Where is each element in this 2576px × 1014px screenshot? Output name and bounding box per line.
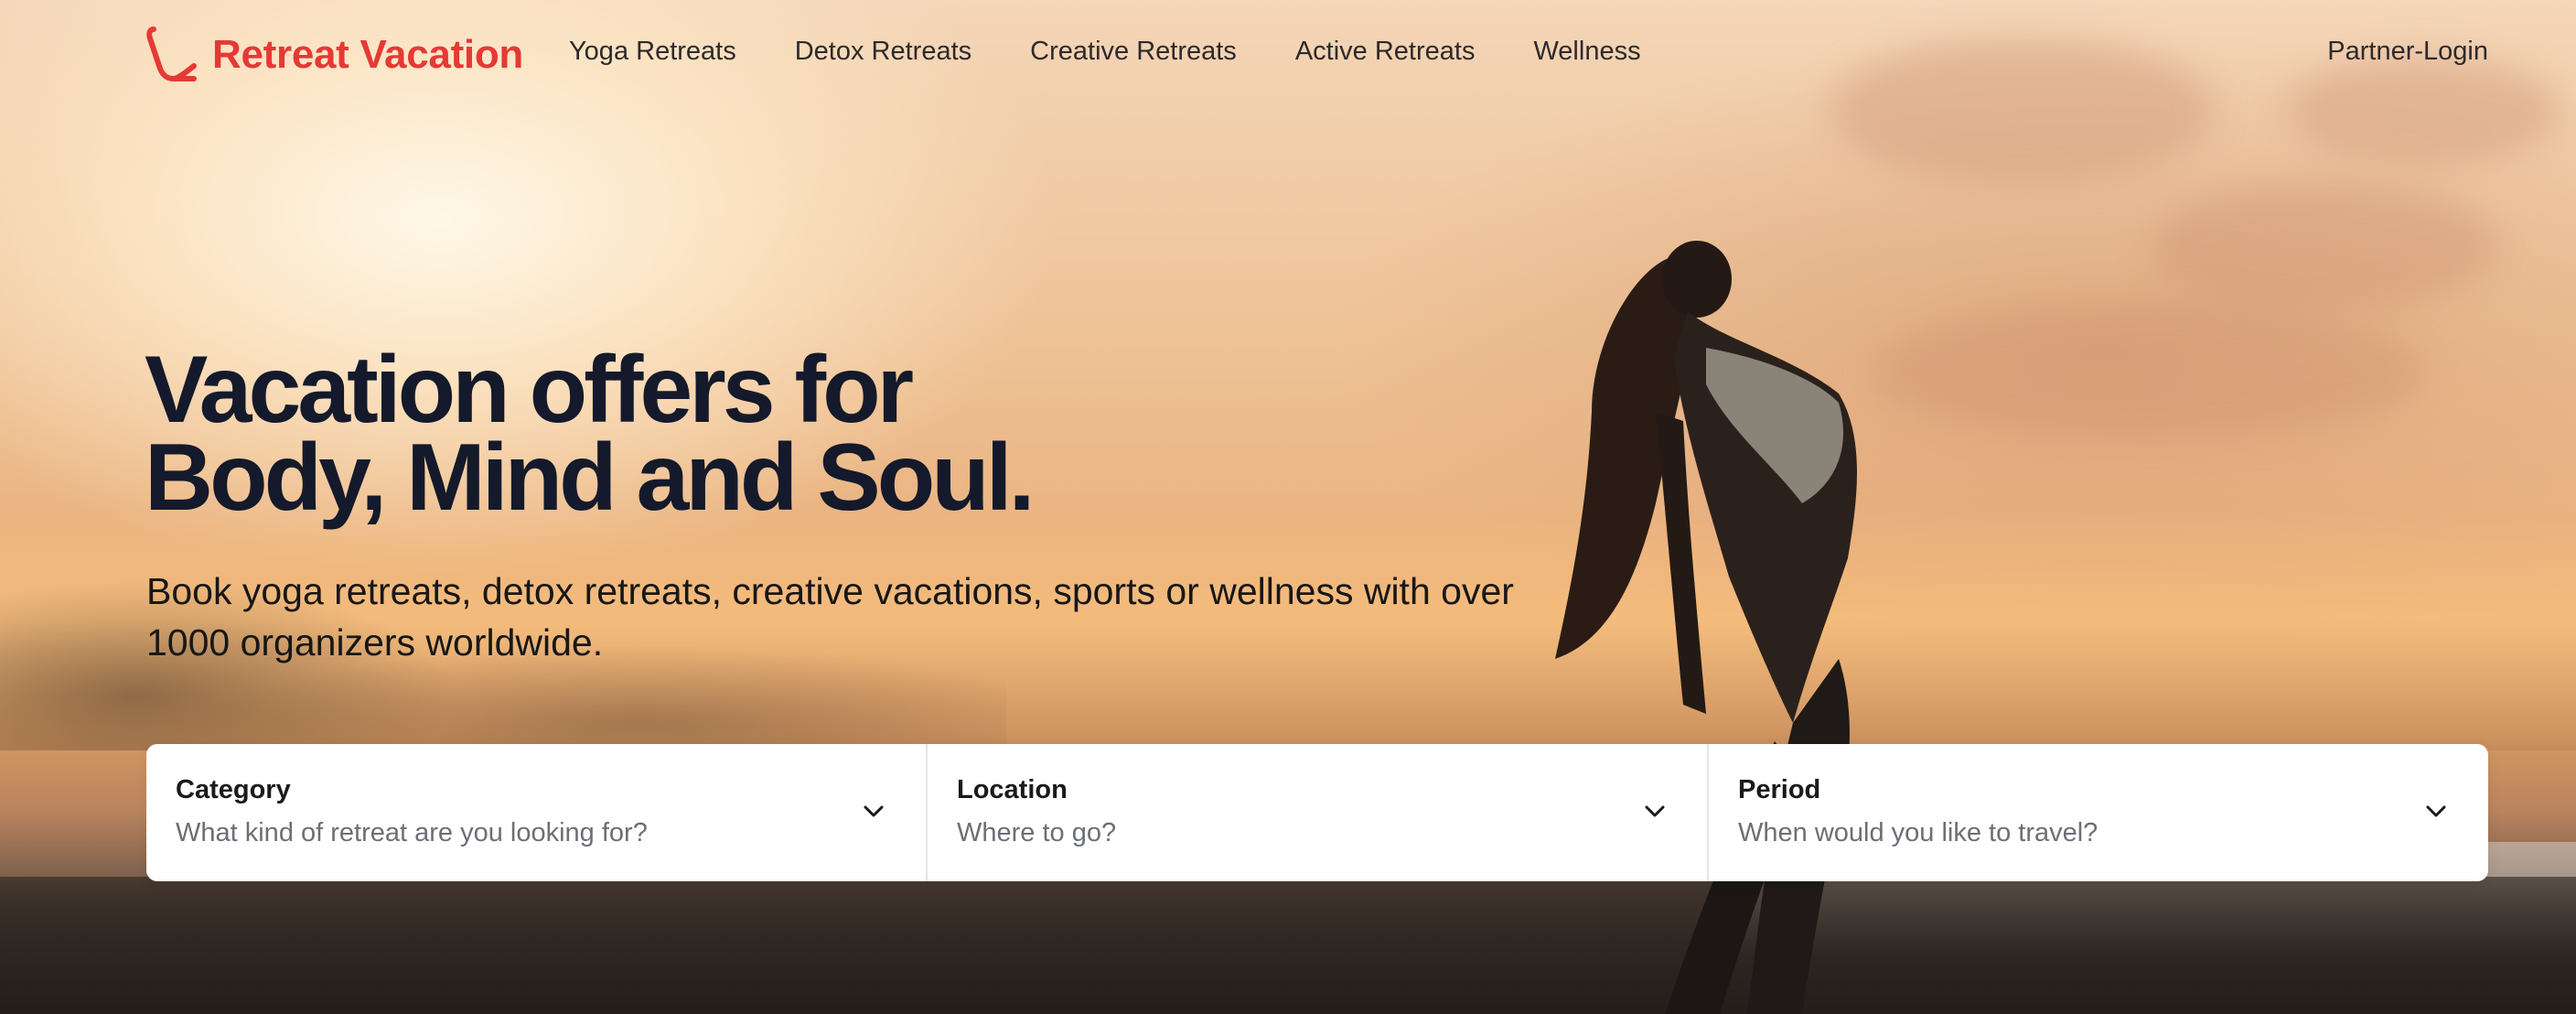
retreat-search-bar: Category What kind of retreat are you lo… xyxy=(146,744,2488,881)
chevron-down-icon xyxy=(864,805,884,817)
nav-creative-retreats[interactable]: Creative Retreats xyxy=(1030,37,1237,67)
hero-headline-line2: Body, Mind and Soul. xyxy=(145,425,1036,531)
nav-wellness[interactable]: Wellness xyxy=(1533,37,1640,67)
chevron-down-icon xyxy=(1645,805,1665,817)
main-nav: Yoga Retreats Detox Retreats Creative Re… xyxy=(569,37,1641,67)
nav-active-retreats[interactable]: Active Retreats xyxy=(1295,37,1476,67)
category-dropdown[interactable]: Category What kind of retreat are you lo… xyxy=(146,744,926,881)
location-placeholder: Where to go? xyxy=(957,818,1117,847)
location-label: Location xyxy=(957,775,1068,804)
brand-logo-icon xyxy=(146,27,197,81)
partner-login-link[interactable]: Partner-Login xyxy=(2327,37,2488,67)
category-placeholder: What kind of retreat are you looking for… xyxy=(176,818,648,847)
nav-yoga-retreats[interactable]: Yoga Retreats xyxy=(569,37,736,67)
hero-headline-line1: Vacation offers for xyxy=(145,337,914,443)
site-header: Retreat Vacation Yoga Retreats Detox Ret… xyxy=(0,0,2576,110)
chevron-down-icon xyxy=(2426,805,2446,817)
brand-link[interactable]: Retreat Vacation xyxy=(146,26,523,84)
hero-subtitle: Book yoga retreats, detox retreats, crea… xyxy=(146,570,1514,663)
location-dropdown[interactable]: Location Where to go? xyxy=(926,744,1707,881)
period-label: Period xyxy=(1738,775,1821,804)
period-dropdown[interactable]: Period When would you like to travel? xyxy=(1707,744,2488,881)
period-placeholder: When would you like to travel? xyxy=(1738,818,2098,847)
brand-name: Retreat Vacation xyxy=(212,32,524,77)
category-label: Category xyxy=(176,775,291,804)
nav-detox-retreats[interactable]: Detox Retreats xyxy=(795,37,971,67)
hero-headline: Vacation offers for Body, Mind and Soul. xyxy=(145,337,1036,531)
